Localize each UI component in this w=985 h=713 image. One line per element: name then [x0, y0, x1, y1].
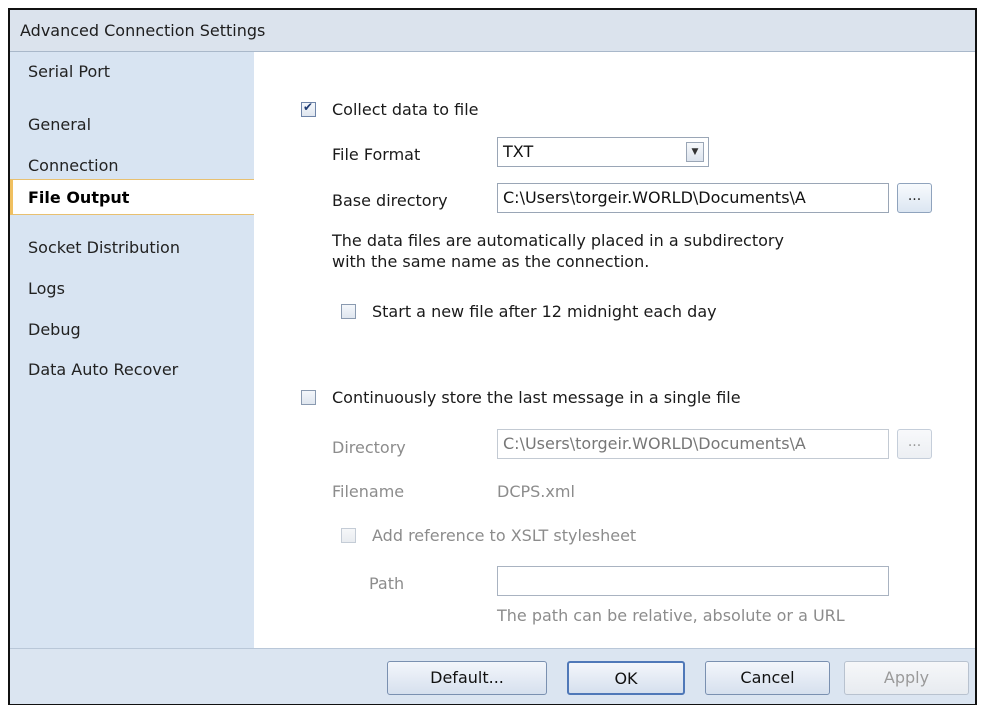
continuous-store-checkbox[interactable] — [301, 390, 316, 405]
base-directory-browse-button[interactable]: ... — [897, 183, 932, 213]
new-file-midnight-label[interactable]: Start a new file after 12 midnight each … — [372, 302, 717, 321]
default-button-label: Default... — [430, 668, 504, 687]
xslt-reference-checkbox[interactable] — [341, 528, 356, 543]
path-label: Path — [369, 574, 405, 593]
info-text-line2: with the same name as the connection. — [332, 252, 650, 271]
path-hint: The path can be relative, absolute or a … — [497, 606, 845, 625]
sidebar-item-file-output[interactable]: File Output — [10, 179, 254, 215]
sidebar-item-socket-distribution[interactable]: Socket Distribution — [10, 230, 254, 266]
base-directory-input[interactable]: C:\Users\torgeir.WORLD\Documents\A — [497, 183, 889, 213]
sidebar-item-logs[interactable]: Logs — [10, 271, 254, 307]
file-output-panel: Collect data to file File Format TXT ▼ B… — [254, 52, 975, 648]
sidebar-item-data-auto-recover[interactable]: Data Auto Recover — [10, 352, 254, 388]
file-format-value: TXT — [503, 142, 534, 161]
sidebar-item-debug[interactable]: Debug — [10, 312, 254, 348]
new-file-midnight-checkbox[interactable] — [341, 304, 356, 319]
default-button[interactable]: Default... — [387, 661, 547, 695]
ok-button-label: OK — [614, 669, 638, 688]
collect-data-checkbox[interactable] — [301, 100, 316, 117]
file-format-select[interactable]: TXT ▼ — [497, 137, 709, 167]
base-directory-label: Base directory — [332, 191, 448, 210]
dialog-window: Advanced Connection Settings Serial Port… — [8, 8, 977, 705]
dialog-title: Advanced Connection Settings — [20, 21, 266, 40]
cancel-button-label: Cancel — [740, 668, 795, 687]
ok-button[interactable]: OK — [567, 661, 685, 695]
sidebar: Serial Port General Connection File Outp… — [10, 52, 254, 648]
cancel-button[interactable]: Cancel — [705, 661, 830, 695]
apply-button-label: Apply — [883, 668, 930, 687]
path-input[interactable] — [497, 566, 889, 596]
filename-label: Filename — [332, 482, 405, 501]
directory-label: Directory — [332, 438, 406, 457]
title-bar[interactable]: Advanced Connection Settings — [10, 10, 975, 52]
sidebar-item-general[interactable]: General — [10, 107, 254, 143]
info-text-line1: The data files are automatically placed … — [332, 231, 784, 250]
file-format-label: File Format — [332, 145, 421, 164]
dialog-footer: Default... OK Cancel Apply — [10, 648, 975, 704]
apply-button[interactable]: Apply — [844, 661, 969, 695]
directory-input[interactable]: C:\Users\torgeir.WORLD\Documents\A — [497, 429, 889, 459]
sidebar-item-serial-port[interactable]: Serial Port — [10, 54, 254, 90]
chevron-down-icon[interactable]: ▼ — [686, 142, 704, 162]
continuous-store-label[interactable]: Continuously store the last message in a… — [332, 388, 741, 407]
filename-value: DCPS.xml — [497, 482, 575, 501]
directory-browse-button[interactable]: ... — [897, 429, 932, 459]
xslt-reference-label[interactable]: Add reference to XSLT stylesheet — [372, 526, 636, 545]
collect-data-label[interactable]: Collect data to file — [332, 100, 479, 119]
